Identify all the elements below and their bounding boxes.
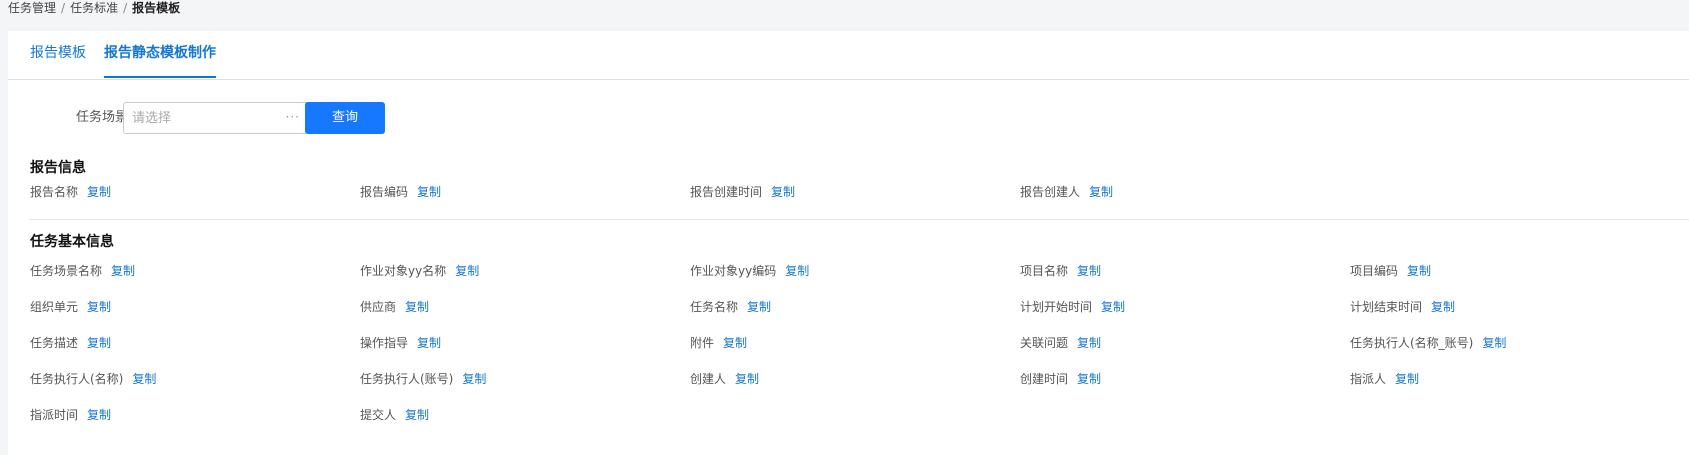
- field-name: 指派时间: [30, 408, 79, 422]
- field-name: 报告创建人: [1020, 185, 1081, 199]
- field-name: 项目名称: [1020, 264, 1069, 278]
- task-scene-label: 任务场景: [76, 110, 129, 125]
- field-name: 报告名称: [30, 185, 79, 199]
- field-name: 创建时间: [1020, 372, 1069, 386]
- field-item: 组织单元 复制: [30, 298, 111, 316]
- field-name: 供应商: [360, 300, 397, 314]
- query-button[interactable]: 查询: [305, 102, 385, 134]
- section-title-report-info: 报告信息: [30, 160, 86, 176]
- copy-link[interactable]: 复制: [417, 185, 441, 199]
- field-name: 项目编码: [1350, 264, 1399, 278]
- copy-link[interactable]: 复制: [1077, 264, 1101, 278]
- field-item: 创建人 复制: [690, 370, 759, 388]
- field-item: 供应商 复制: [360, 298, 429, 316]
- field-item: 任务场景名称 复制: [30, 262, 135, 280]
- field-name: 任务执行人(账号): [360, 372, 454, 386]
- copy-link[interactable]: 复制: [87, 408, 111, 422]
- tab-bar: 报告模板 报告静态模板制作: [8, 31, 1689, 80]
- field-item: 作业对象yy名称 复制: [360, 262, 479, 280]
- field-item: 项目编码 复制: [1350, 262, 1431, 280]
- copy-link[interactable]: 复制: [405, 408, 429, 422]
- copy-link[interactable]: 复制: [785, 264, 809, 278]
- field-item: 项目名称 复制: [1020, 262, 1101, 280]
- more-icon[interactable]: ···: [286, 103, 300, 133]
- copy-link[interactable]: 复制: [111, 264, 135, 278]
- field-item: 计划结束时间 复制: [1350, 298, 1455, 316]
- field-item: 指派人 复制: [1350, 370, 1419, 388]
- field-item: 报告名称 复制: [30, 183, 111, 201]
- field-name: 作业对象yy编码: [690, 264, 777, 278]
- copy-link[interactable]: 复制: [1395, 372, 1419, 386]
- copy-link[interactable]: 复制: [417, 336, 441, 350]
- breadcrumb-separator: /: [61, 1, 66, 15]
- task-scene-select[interactable]: ···: [123, 102, 309, 134]
- copy-link[interactable]: 复制: [87, 185, 111, 199]
- copy-link[interactable]: 复制: [1077, 336, 1101, 350]
- field-item: 任务执行人(账号) 复制: [360, 370, 486, 388]
- field-item: 指派时间 复制: [30, 406, 111, 424]
- copy-link[interactable]: 复制: [132, 372, 156, 386]
- field-item: 报告创建人 复制: [1020, 183, 1113, 201]
- tab-report-template[interactable]: 报告模板: [30, 31, 86, 78]
- section-title-task-basic-info: 任务基本信息: [30, 234, 114, 250]
- field-name: 任务名称: [690, 300, 739, 314]
- copy-link[interactable]: 复制: [1431, 300, 1455, 314]
- copy-link[interactable]: 复制: [771, 185, 795, 199]
- field-item: 报告创建时间 复制: [690, 183, 795, 201]
- breadcrumb-item-task-management[interactable]: 任务管理: [8, 1, 56, 15]
- copy-link[interactable]: 复制: [1407, 264, 1431, 278]
- copy-link[interactable]: 复制: [462, 372, 486, 386]
- field-name: 任务描述: [30, 336, 79, 350]
- copy-link[interactable]: 复制: [735, 372, 759, 386]
- copy-link[interactable]: 复制: [723, 336, 747, 350]
- copy-link[interactable]: 复制: [87, 300, 111, 314]
- field-name: 报告创建时间: [690, 185, 763, 199]
- field-name: 指派人: [1350, 372, 1387, 386]
- field-item: 计划开始时间 复制: [1020, 298, 1125, 316]
- field-item: 操作指导 复制: [360, 334, 441, 352]
- field-item: 任务名称 复制: [690, 298, 771, 316]
- field-item: 创建时间 复制: [1020, 370, 1101, 388]
- field-item: 附件 复制: [690, 334, 747, 352]
- field-name: 任务场景名称: [30, 264, 103, 278]
- section-divider: [30, 219, 1689, 220]
- field-name: 附件: [690, 336, 715, 350]
- field-name: 关联问题: [1020, 336, 1069, 350]
- breadcrumb-separator: /: [123, 1, 128, 15]
- copy-link[interactable]: 复制: [87, 336, 111, 350]
- field-name: 提交人: [360, 408, 397, 422]
- field-name: 任务执行人(名称): [30, 372, 124, 386]
- field-item: 任务执行人(名称) 复制: [30, 370, 156, 388]
- field-item: 作业对象yy编码 复制: [690, 262, 809, 280]
- copy-link[interactable]: 复制: [1077, 372, 1101, 386]
- copy-link[interactable]: 复制: [1101, 300, 1125, 314]
- field-name: 组织单元: [30, 300, 79, 314]
- field-name: 报告编码: [360, 185, 409, 199]
- breadcrumb-item-task-standard[interactable]: 任务标准: [70, 1, 118, 15]
- field-item: 报告编码 复制: [360, 183, 441, 201]
- copy-link[interactable]: 复制: [1482, 336, 1506, 350]
- field-item: 任务描述 复制: [30, 334, 111, 352]
- copy-link[interactable]: 复制: [1089, 185, 1113, 199]
- field-item: 关联问题 复制: [1020, 334, 1101, 352]
- field-name: 计划开始时间: [1020, 300, 1093, 314]
- main-card: 报告模板 报告静态模板制作 任务场景 ··· 查询 报告信息 报告名称复制报告编…: [8, 31, 1689, 455]
- field-name: 操作指导: [360, 336, 409, 350]
- field-name: 创建人: [690, 372, 727, 386]
- field-name: 计划结束时间: [1350, 300, 1423, 314]
- field-name: 任务执行人(名称_账号): [1350, 336, 1474, 350]
- field-item: 提交人 复制: [360, 406, 429, 424]
- field-item: 任务执行人(名称_账号) 复制: [1350, 334, 1506, 352]
- breadcrumb-current: 报告模板: [132, 1, 181, 15]
- tab-static-template-making[interactable]: 报告静态模板制作: [104, 31, 216, 78]
- breadcrumb: 任务管理 / 任务标准 / 报告模板: [8, 0, 180, 18]
- copy-link[interactable]: 复制: [747, 300, 771, 314]
- task-scene-input[interactable]: [132, 103, 282, 133]
- copy-link[interactable]: 复制: [405, 300, 429, 314]
- field-name: 作业对象yy名称: [360, 264, 447, 278]
- copy-link[interactable]: 复制: [455, 264, 479, 278]
